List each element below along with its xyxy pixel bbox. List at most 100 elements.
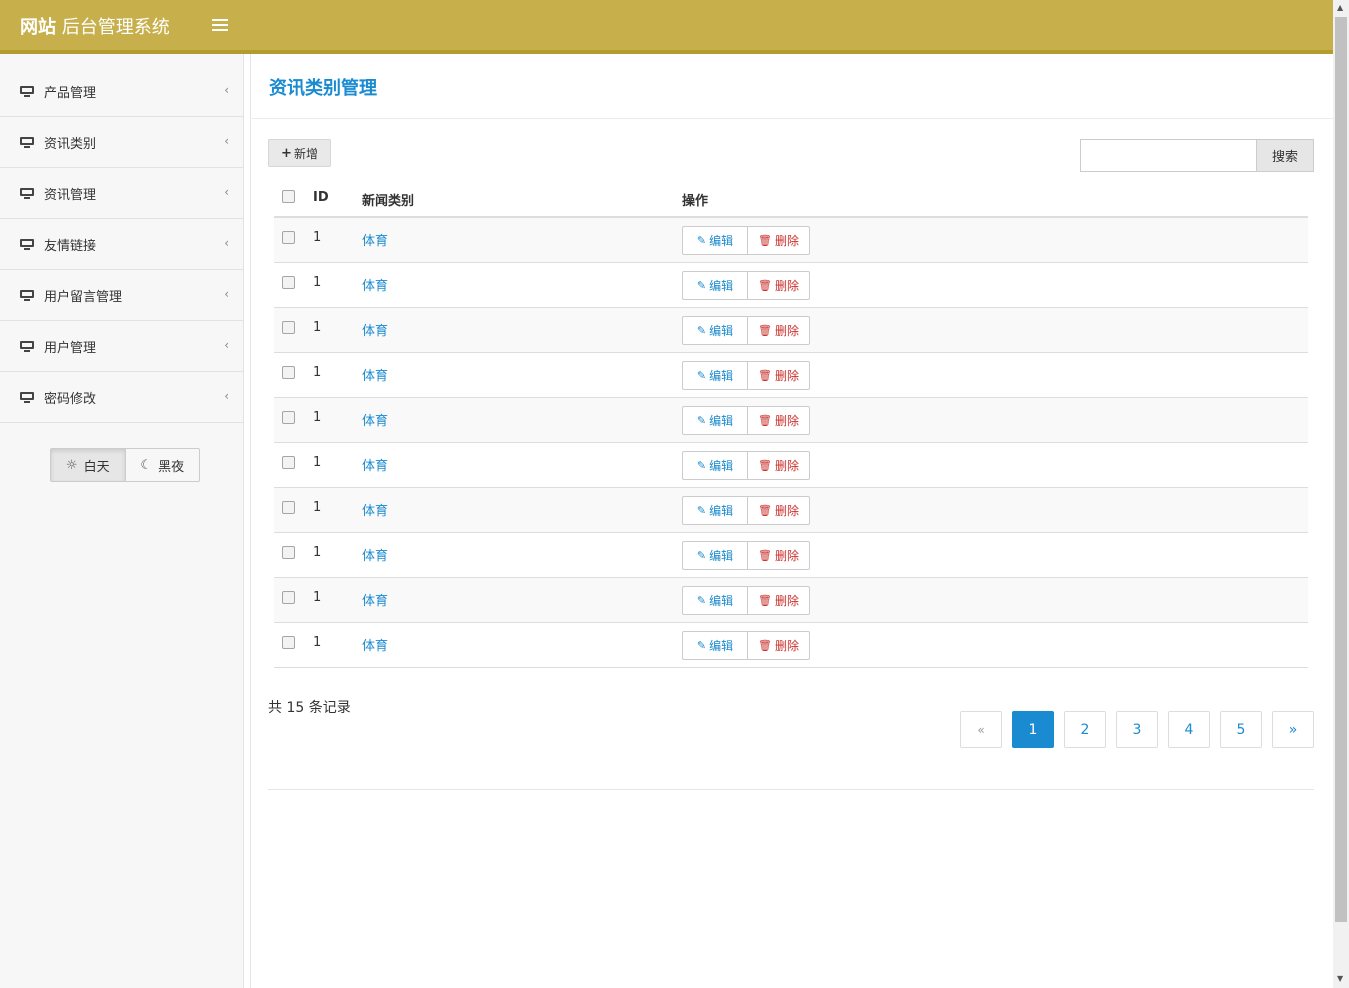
delete-button[interactable]: 🗑 删除 <box>748 316 810 345</box>
page-button[interactable]: 5 <box>1220 711 1262 748</box>
row-actions: ✎ 编辑 🗑 删除 <box>682 586 810 615</box>
edit-icon: ✎ <box>696 414 707 427</box>
title-divider <box>252 118 1333 119</box>
edit-button[interactable]: ✎ 编辑 <box>682 586 748 615</box>
sidebar-item-label: 资讯管理 <box>44 187 97 203</box>
delete-button[interactable]: 🗑 删除 <box>748 586 810 615</box>
row-category-link[interactable]: 体育 <box>362 320 388 339</box>
sidebar-item-label: 资讯类别 <box>44 136 97 152</box>
brand-rest: 后台管理系统 <box>56 17 170 38</box>
edit-button[interactable]: ✎ 编辑 <box>682 631 748 660</box>
row-id: 1 <box>313 635 322 650</box>
sidebar-item[interactable]: 友情链接 ‹ <box>0 219 243 270</box>
delete-button[interactable]: 🗑 删除 <box>748 406 810 435</box>
row-checkbox[interactable] <box>282 231 295 244</box>
chevron-left-icon: ‹ <box>224 185 229 199</box>
row-category-link[interactable]: 体育 <box>362 500 388 519</box>
table-row: 1 体育 ✎ 编辑 🗑 删除 <box>274 308 1308 353</box>
column-ops: 操作 <box>682 194 709 209</box>
row-checkbox[interactable] <box>282 411 295 424</box>
row-id: 1 <box>313 410 322 425</box>
row-checkbox[interactable] <box>282 501 295 514</box>
row-checkbox[interactable] <box>282 366 295 379</box>
row-actions: ✎ 编辑 🗑 删除 <box>682 406 810 435</box>
delete-button[interactable]: 🗑 删除 <box>748 271 810 300</box>
chevron-left-icon: ‹ <box>224 287 229 301</box>
add-button[interactable]: + 新增 <box>268 139 331 167</box>
row-actions: ✎ 编辑 🗑 删除 <box>682 361 810 390</box>
brand-bold: 网站 <box>20 17 56 38</box>
sidebar-item[interactable]: 用户留言管理 ‹ <box>0 270 243 321</box>
edit-label: 编辑 <box>709 459 734 473</box>
row-id: 1 <box>313 320 322 335</box>
theme-day-button[interactable]: ☼ 白天 <box>51 449 126 481</box>
column-id: ID <box>313 190 329 205</box>
delete-button[interactable]: 🗑 删除 <box>748 226 810 255</box>
page-next-button[interactable]: » <box>1272 711 1314 748</box>
sidebar-item[interactable]: 产品管理 ‹ <box>0 66 243 117</box>
row-category-link[interactable]: 体育 <box>362 230 388 249</box>
edit-icon: ✎ <box>696 639 707 652</box>
row-checkbox[interactable] <box>282 276 295 289</box>
page-button[interactable]: 3 <box>1116 711 1158 748</box>
row-id: 1 <box>313 545 322 560</box>
edit-button[interactable]: ✎ 编辑 <box>682 316 748 345</box>
delete-button[interactable]: 🗑 删除 <box>748 451 810 480</box>
scroll-up-icon[interactable]: ▲ <box>1337 3 1343 12</box>
category-table: ID 新闻类别 操作 1 体育 ✎ 编辑 🗑 删除 1 体育 ✎ 编辑 🗑 删除 1 体育 ✎ 编辑 🗑 删除 1 体… <box>274 178 1308 668</box>
delete-button[interactable]: 🗑 删除 <box>748 541 810 570</box>
edit-button[interactable]: ✎ 编辑 <box>682 541 748 570</box>
row-category-link[interactable]: 体育 <box>362 410 388 429</box>
row-checkbox[interactable] <box>282 321 295 334</box>
sidebar-item[interactable]: 资讯管理 ‹ <box>0 168 243 219</box>
row-checkbox[interactable] <box>282 456 295 469</box>
page-prev-button[interactable]: « <box>960 711 1002 748</box>
row-category-link[interactable]: 体育 <box>362 545 388 564</box>
sidebar: 产品管理 ‹ 资讯类别 ‹ 资讯管理 ‹ 友情链接 ‹ 用户留言管理 ‹ 用户管理 ‹ 密码修改 ‹ ☼ … <box>0 54 244 988</box>
row-category-link[interactable]: 体育 <box>362 455 388 474</box>
page-button[interactable]: 4 <box>1168 711 1210 748</box>
page-button[interactable]: 2 <box>1064 711 1106 748</box>
edit-button[interactable]: ✎ 编辑 <box>682 271 748 300</box>
edit-label: 编辑 <box>709 504 734 518</box>
search-button[interactable]: 搜索 <box>1256 139 1314 172</box>
sidebar-item-label: 密码修改 <box>44 391 97 407</box>
delete-button[interactable]: 🗑 删除 <box>748 631 810 660</box>
select-all-checkbox[interactable] <box>282 190 295 203</box>
trash-icon: 🗑 <box>758 324 772 337</box>
delete-label: 删除 <box>774 414 799 428</box>
row-category-link[interactable]: 体育 <box>362 590 388 609</box>
edit-icon: ✎ <box>696 234 707 247</box>
chevron-left-icon: ‹ <box>224 83 229 97</box>
row-actions: ✎ 编辑 🗑 删除 <box>682 316 810 345</box>
edit-icon: ✎ <box>696 324 707 337</box>
delete-button[interactable]: 🗑 删除 <box>748 496 810 525</box>
edit-button[interactable]: ✎ 编辑 <box>682 496 748 525</box>
record-count: 共 15 条记录 <box>268 700 351 716</box>
delete-button[interactable]: 🗑 删除 <box>748 361 810 390</box>
sidebar-item[interactable]: 用户管理 ‹ <box>0 321 243 372</box>
row-checkbox[interactable] <box>282 636 295 649</box>
edit-button[interactable]: ✎ 编辑 <box>682 361 748 390</box>
search-input[interactable] <box>1080 139 1257 172</box>
sidebar-item[interactable]: 密码修改 ‹ <box>0 372 243 423</box>
row-id: 1 <box>313 590 322 605</box>
trash-icon: 🗑 <box>758 639 772 652</box>
row-category-link[interactable]: 体育 <box>362 365 388 384</box>
scrollbar-thumb[interactable] <box>1335 17 1347 922</box>
trash-icon: 🗑 <box>758 369 772 382</box>
main-content: 资讯类别管理 + 新增 搜索 ID 新闻类别 操作 1 体育 ✎ 编辑 🗑 删除 1 体育 ✎ 编… <box>252 54 1333 988</box>
edit-button[interactable]: ✎ 编辑 <box>682 406 748 435</box>
scroll-down-icon[interactable]: ▼ <box>1337 974 1343 983</box>
edit-label: 编辑 <box>709 279 734 293</box>
row-category-link[interactable]: 体育 <box>362 635 388 654</box>
row-checkbox[interactable] <box>282 591 295 604</box>
theme-night-button[interactable]: ☾ 黑夜 <box>126 449 200 481</box>
hamburger-icon[interactable] <box>212 16 228 34</box>
edit-button[interactable]: ✎ 编辑 <box>682 226 748 255</box>
row-category-link[interactable]: 体育 <box>362 275 388 294</box>
edit-button[interactable]: ✎ 编辑 <box>682 451 748 480</box>
sidebar-item[interactable]: 资讯类别 ‹ <box>0 117 243 168</box>
page-button[interactable]: 1 <box>1012 711 1054 748</box>
row-checkbox[interactable] <box>282 546 295 559</box>
